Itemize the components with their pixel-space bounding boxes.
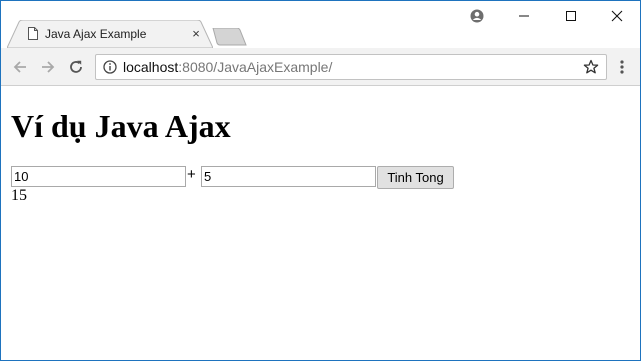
plus-sign: + <box>187 166 196 183</box>
forward-button[interactable] <box>38 57 58 77</box>
browser-menu-button[interactable] <box>612 57 632 77</box>
close-window-button[interactable] <box>594 1 640 31</box>
browser-toolbar: localhost:8080/JavaAjaxExample/ <box>1 48 640 86</box>
second-number-input[interactable] <box>201 166 376 187</box>
close-icon <box>611 10 623 22</box>
close-tab-icon[interactable]: × <box>189 27 203 41</box>
sum-button[interactable]: Tinh Tong <box>377 166 454 189</box>
address-bar[interactable]: localhost:8080/JavaAjaxExample/ <box>95 54 607 80</box>
sum-result: 15 <box>11 187 27 204</box>
back-button[interactable] <box>10 57 30 77</box>
reload-button[interactable] <box>66 57 86 77</box>
menu-icon <box>620 60 624 74</box>
star-icon[interactable] <box>583 59 599 75</box>
page-title: Ví dụ Java Ajax <box>11 108 231 144</box>
tab-title: Java Ajax Example <box>45 27 147 41</box>
info-icon[interactable] <box>103 60 117 74</box>
page-content: Ví dụ Java Ajax + Tinh Tong 15 <box>1 86 640 360</box>
url-path: :8080/JavaAjaxExample/ <box>178 59 333 75</box>
minimize-button[interactable] <box>501 1 547 31</box>
url-host: localhost <box>123 59 179 75</box>
account-icon <box>470 9 484 23</box>
maximize-icon <box>566 11 576 21</box>
url-text: localhost:8080/JavaAjaxExample/ <box>123 59 332 75</box>
new-tab-button[interactable] <box>211 28 247 46</box>
reload-icon <box>70 60 82 73</box>
page-icon <box>28 27 38 40</box>
maximize-button[interactable] <box>548 1 594 31</box>
forward-icon <box>42 61 55 73</box>
browser-window: Java Ajax Example × localhost:8080/JavaA… <box>0 0 641 361</box>
title-bar: Java Ajax Example × <box>1 1 640 48</box>
first-number-input[interactable] <box>11 166 186 187</box>
account-button[interactable] <box>454 1 500 31</box>
minimize-icon <box>519 15 529 17</box>
back-icon <box>13 61 26 73</box>
